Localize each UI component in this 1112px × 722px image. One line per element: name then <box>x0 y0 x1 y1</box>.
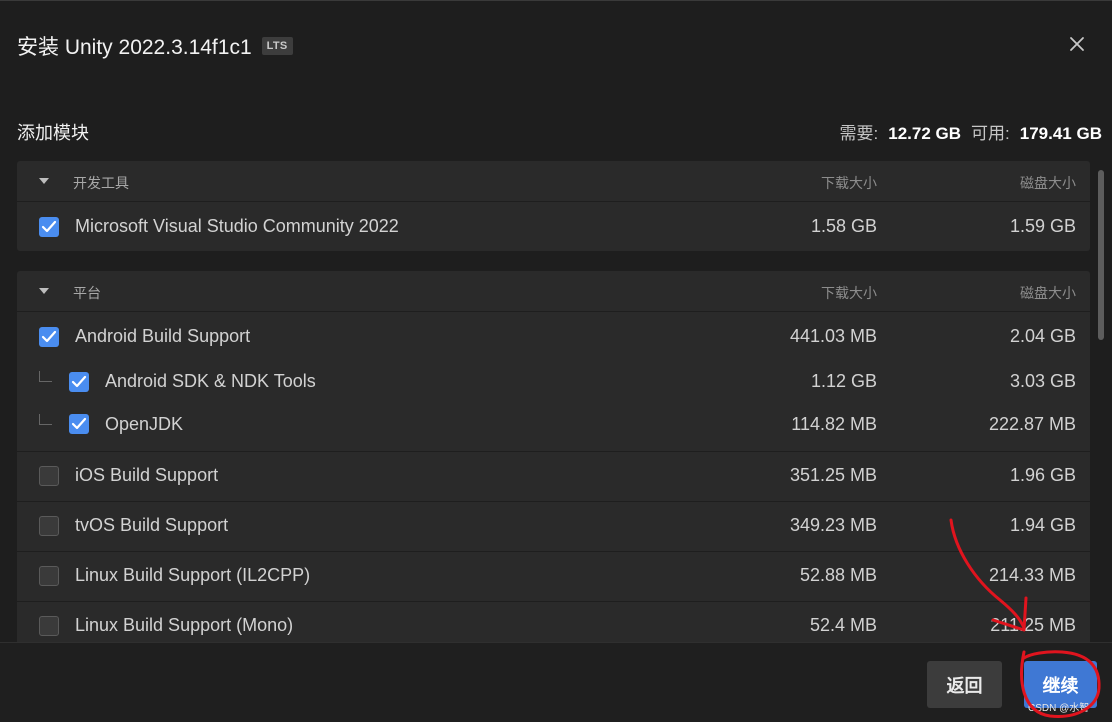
module-disk-size: 1.96 GB <box>1009 465 1076 485</box>
module-label: OpenJDK <box>105 414 184 434</box>
column-disk-size: 磁盘大小 <box>1020 285 1076 301</box>
module-label: Android SDK & NDK Tools <box>105 371 316 391</box>
check-icon <box>41 220 57 233</box>
module-checkbox[interactable] <box>39 616 59 636</box>
top-border <box>0 0 1112 1</box>
module-disk-size: 211.25 MB <box>990 615 1076 635</box>
module-checkbox[interactable] <box>39 466 59 486</box>
module-label: Linux Build Support (IL2CPP) <box>75 565 311 585</box>
module-row[interactable]: Microsoft Visual Studio Community 2022 1… <box>17 202 1090 251</box>
dialog-title-text: 安装 Unity 2022.3.14f1c1 <box>17 36 252 59</box>
group-name: 平台 <box>73 285 101 301</box>
module-row[interactable]: iOS Build Support 351.25 MB 1.96 GB <box>17 451 1090 501</box>
module-download-size: 52.4 MB <box>809 615 877 635</box>
module-label: iOS Build Support <box>75 465 219 485</box>
group-header: 平台 下载大小 磁盘大小 <box>17 271 1090 312</box>
module-label: Microsoft Visual Studio Community 2022 <box>75 216 399 236</box>
module-download-size: 1.58 GB <box>810 216 877 236</box>
scrollbar-thumb[interactable] <box>1098 170 1104 340</box>
back-button[interactable]: 返回 <box>927 661 1002 708</box>
module-disk-size: 222.87 MB <box>988 414 1076 434</box>
collapse-caret-icon[interactable] <box>39 178 49 184</box>
check-icon <box>71 417 87 430</box>
group-name: 开发工具 <box>73 175 129 191</box>
section-heading: 添加模块 <box>17 123 89 143</box>
module-label: tvOS Build Support <box>75 515 229 535</box>
space-info: 需要: 12.72 GB 可用: 179.41 GB <box>840 119 1102 144</box>
module-checkbox[interactable] <box>69 372 89 392</box>
available-value: 179.41 GB <box>1019 124 1102 143</box>
watermark: CSDN @水智 <box>1028 703 1090 714</box>
module-row[interactable]: Android Build Support 441.03 MB 2.04 GB <box>17 312 1090 360</box>
module-disk-size: 1.59 GB <box>1009 216 1076 236</box>
check-icon <box>41 330 57 343</box>
check-icon <box>71 375 87 388</box>
collapse-caret-icon[interactable] <box>39 288 49 294</box>
module-label: Linux Build Support (Mono) <box>75 615 294 635</box>
module-checkbox[interactable] <box>39 327 59 347</box>
module-disk-size: 2.04 GB <box>1009 326 1076 346</box>
column-disk-size: 磁盘大小 <box>1020 175 1076 191</box>
module-download-size: 441.03 MB <box>789 326 877 346</box>
module-row-child[interactable]: OpenJDK 114.82 MB 222.87 MB <box>17 403 1090 446</box>
module-row-child[interactable]: Android SDK & NDK Tools 1.12 GB 3.03 GB <box>17 360 1090 403</box>
module-disk-size: 214.33 MB <box>988 565 1076 585</box>
lts-badge: LTS <box>261 37 293 55</box>
module-checkbox[interactable] <box>39 516 59 536</box>
module-checkbox[interactable] <box>39 217 59 237</box>
required-value: 12.72 GB <box>888 124 962 143</box>
required-label: 需要: <box>839 124 879 143</box>
module-download-size: 52.88 MB <box>799 565 877 585</box>
module-row[interactable]: Linux Build Support (IL2CPP) 52.88 MB 21… <box>17 551 1090 601</box>
module-download-size: 351.25 MB <box>789 465 877 485</box>
module-download-size: 1.12 GB <box>810 371 877 391</box>
module-label: Android Build Support <box>75 326 251 346</box>
close-button[interactable] <box>1064 31 1090 57</box>
available-label: 可用: <box>971 124 1010 143</box>
modules-list[interactable]: 开发工具 下载大小 磁盘大小 Microsoft Visual Studio C… <box>0 160 1112 642</box>
group-platforms: 平台 下载大小 磁盘大小 Android Build Support 441.0… <box>17 271 1090 642</box>
module-download-size: 349.23 MB <box>789 515 877 535</box>
module-download-size: 114.82 MB <box>791 414 877 434</box>
module-checkbox[interactable] <box>69 414 89 434</box>
dialog-title: 安装 Unity 2022.3.14f1c1 LTS <box>17 31 293 61</box>
tree-connector <box>39 414 52 425</box>
module-row[interactable]: Linux Build Support (Mono) 52.4 MB 211.2… <box>17 601 1090 642</box>
column-download-size: 下载大小 <box>821 285 877 301</box>
close-icon <box>1070 37 1084 51</box>
group-header: 开发工具 下载大小 磁盘大小 <box>17 161 1090 202</box>
column-download-size: 下载大小 <box>821 175 877 191</box>
module-disk-size: 3.03 GB <box>1009 371 1076 391</box>
group-dev-tools: 开发工具 下载大小 磁盘大小 Microsoft Visual Studio C… <box>17 161 1090 251</box>
module-disk-size: 1.94 GB <box>1009 515 1076 535</box>
tree-connector <box>39 371 52 382</box>
module-row[interactable]: tvOS Build Support 349.23 MB 1.94 GB <box>17 501 1090 551</box>
module-checkbox[interactable] <box>39 566 59 586</box>
